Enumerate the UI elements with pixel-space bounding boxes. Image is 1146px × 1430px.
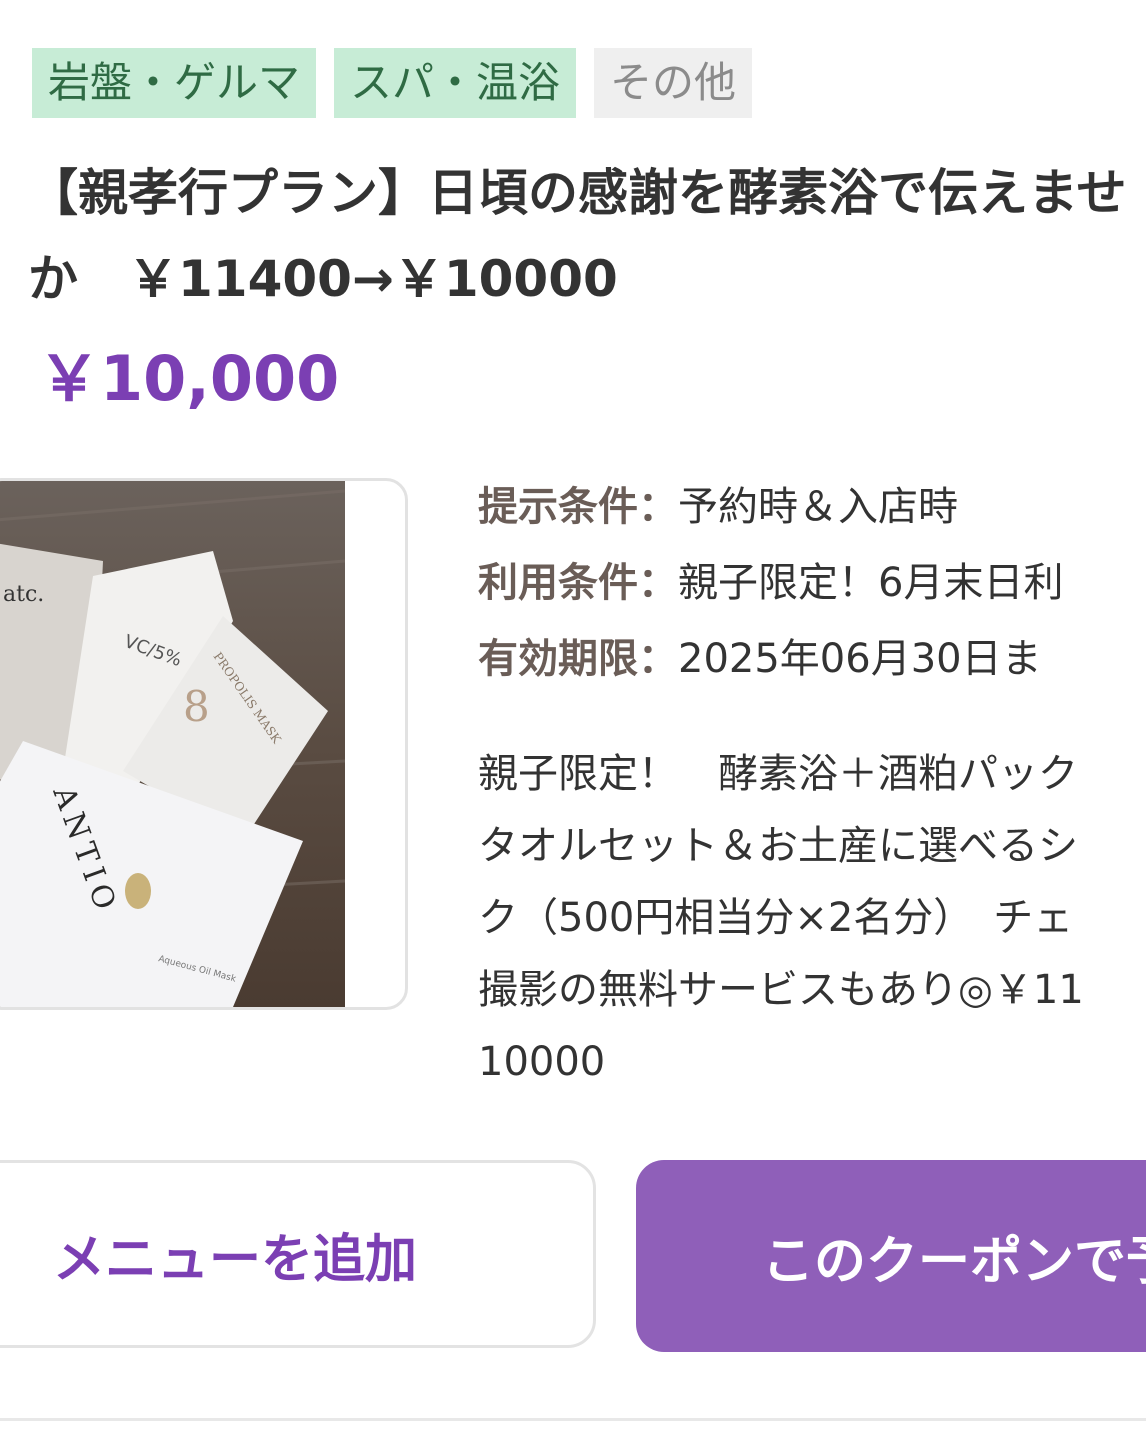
condition-value: 2025年06月30日ま xyxy=(678,636,1042,682)
book-with-coupon-button[interactable]: このクーポンで予 xyxy=(636,1160,1146,1352)
condition-usage: 利用条件：親子限定！6月末日利 xyxy=(478,550,1146,626)
description-line: 撮影の無料サービスもあり◎￥11 xyxy=(478,967,1084,1013)
book-with-coupon-label: このクーポンで予 xyxy=(762,1231,1146,1292)
tag-spa-onyoku[interactable]: スパ・温浴 xyxy=(334,48,577,118)
description-line: 10000 xyxy=(478,1039,606,1085)
condition-label: 利用条件： xyxy=(478,560,678,606)
description-line: 親子限定！ 酵素浴＋酒粕パック xyxy=(478,751,1078,797)
condition-value: 予約時＆入店時 xyxy=(678,484,958,530)
svg-text:8: 8 xyxy=(183,682,210,731)
coupon-description: 親子限定！ 酵素浴＋酒粕パック タオルセット＆お土産に選べるシ ク（500円相当… xyxy=(478,738,1146,1098)
coupon-price: ￥10,000 xyxy=(38,342,340,415)
coupon-photo: atc. VC/5% PROPOLIS MASK 8 ANTIO Aqueous… xyxy=(0,481,345,1007)
add-menu-label: メニューを追加 xyxy=(53,1229,418,1290)
condition-presentation: 提示条件：予約時＆入店時 xyxy=(478,474,1146,550)
tag-other[interactable]: その他 xyxy=(594,48,753,118)
divider xyxy=(0,1418,1146,1421)
category-tags: 岩盤・ゲルマ スパ・温浴 その他 xyxy=(32,48,753,118)
coupon-conditions: 提示条件：予約時＆入店時 利用条件：親子限定！6月末日利 有効期限：2025年0… xyxy=(478,474,1146,702)
coupon-title-line1: 【親孝行プラン】日頃の感謝を酵素浴で伝えませ xyxy=(28,164,1127,222)
condition-value: 親子限定！6月末日利 xyxy=(678,560,1064,606)
coupon-image-frame[interactable]: atc. VC/5% PROPOLIS MASK 8 ANTIO Aqueous… xyxy=(0,478,408,1010)
condition-label: 提示条件： xyxy=(478,484,678,530)
photo-brand-text: atc. xyxy=(3,582,44,607)
condition-expiry: 有効期限：2025年06月30日ま xyxy=(478,626,1146,702)
description-line: タオルセット＆お土産に選べるシ xyxy=(478,823,1078,869)
coupon-title: 【親孝行プラン】日頃の感謝を酵素浴で伝えませ か ￥11400→￥10000 xyxy=(28,150,1146,322)
description-line: ク（500円相当分×2名分） チェ xyxy=(478,895,1074,941)
tag-ganban-geruma[interactable]: 岩盤・ゲルマ xyxy=(32,48,317,118)
coupon-title-line2: か ￥11400→￥10000 xyxy=(28,250,618,308)
condition-label: 有効期限： xyxy=(478,636,678,682)
add-menu-button[interactable]: メニューを追加 xyxy=(0,1160,596,1348)
